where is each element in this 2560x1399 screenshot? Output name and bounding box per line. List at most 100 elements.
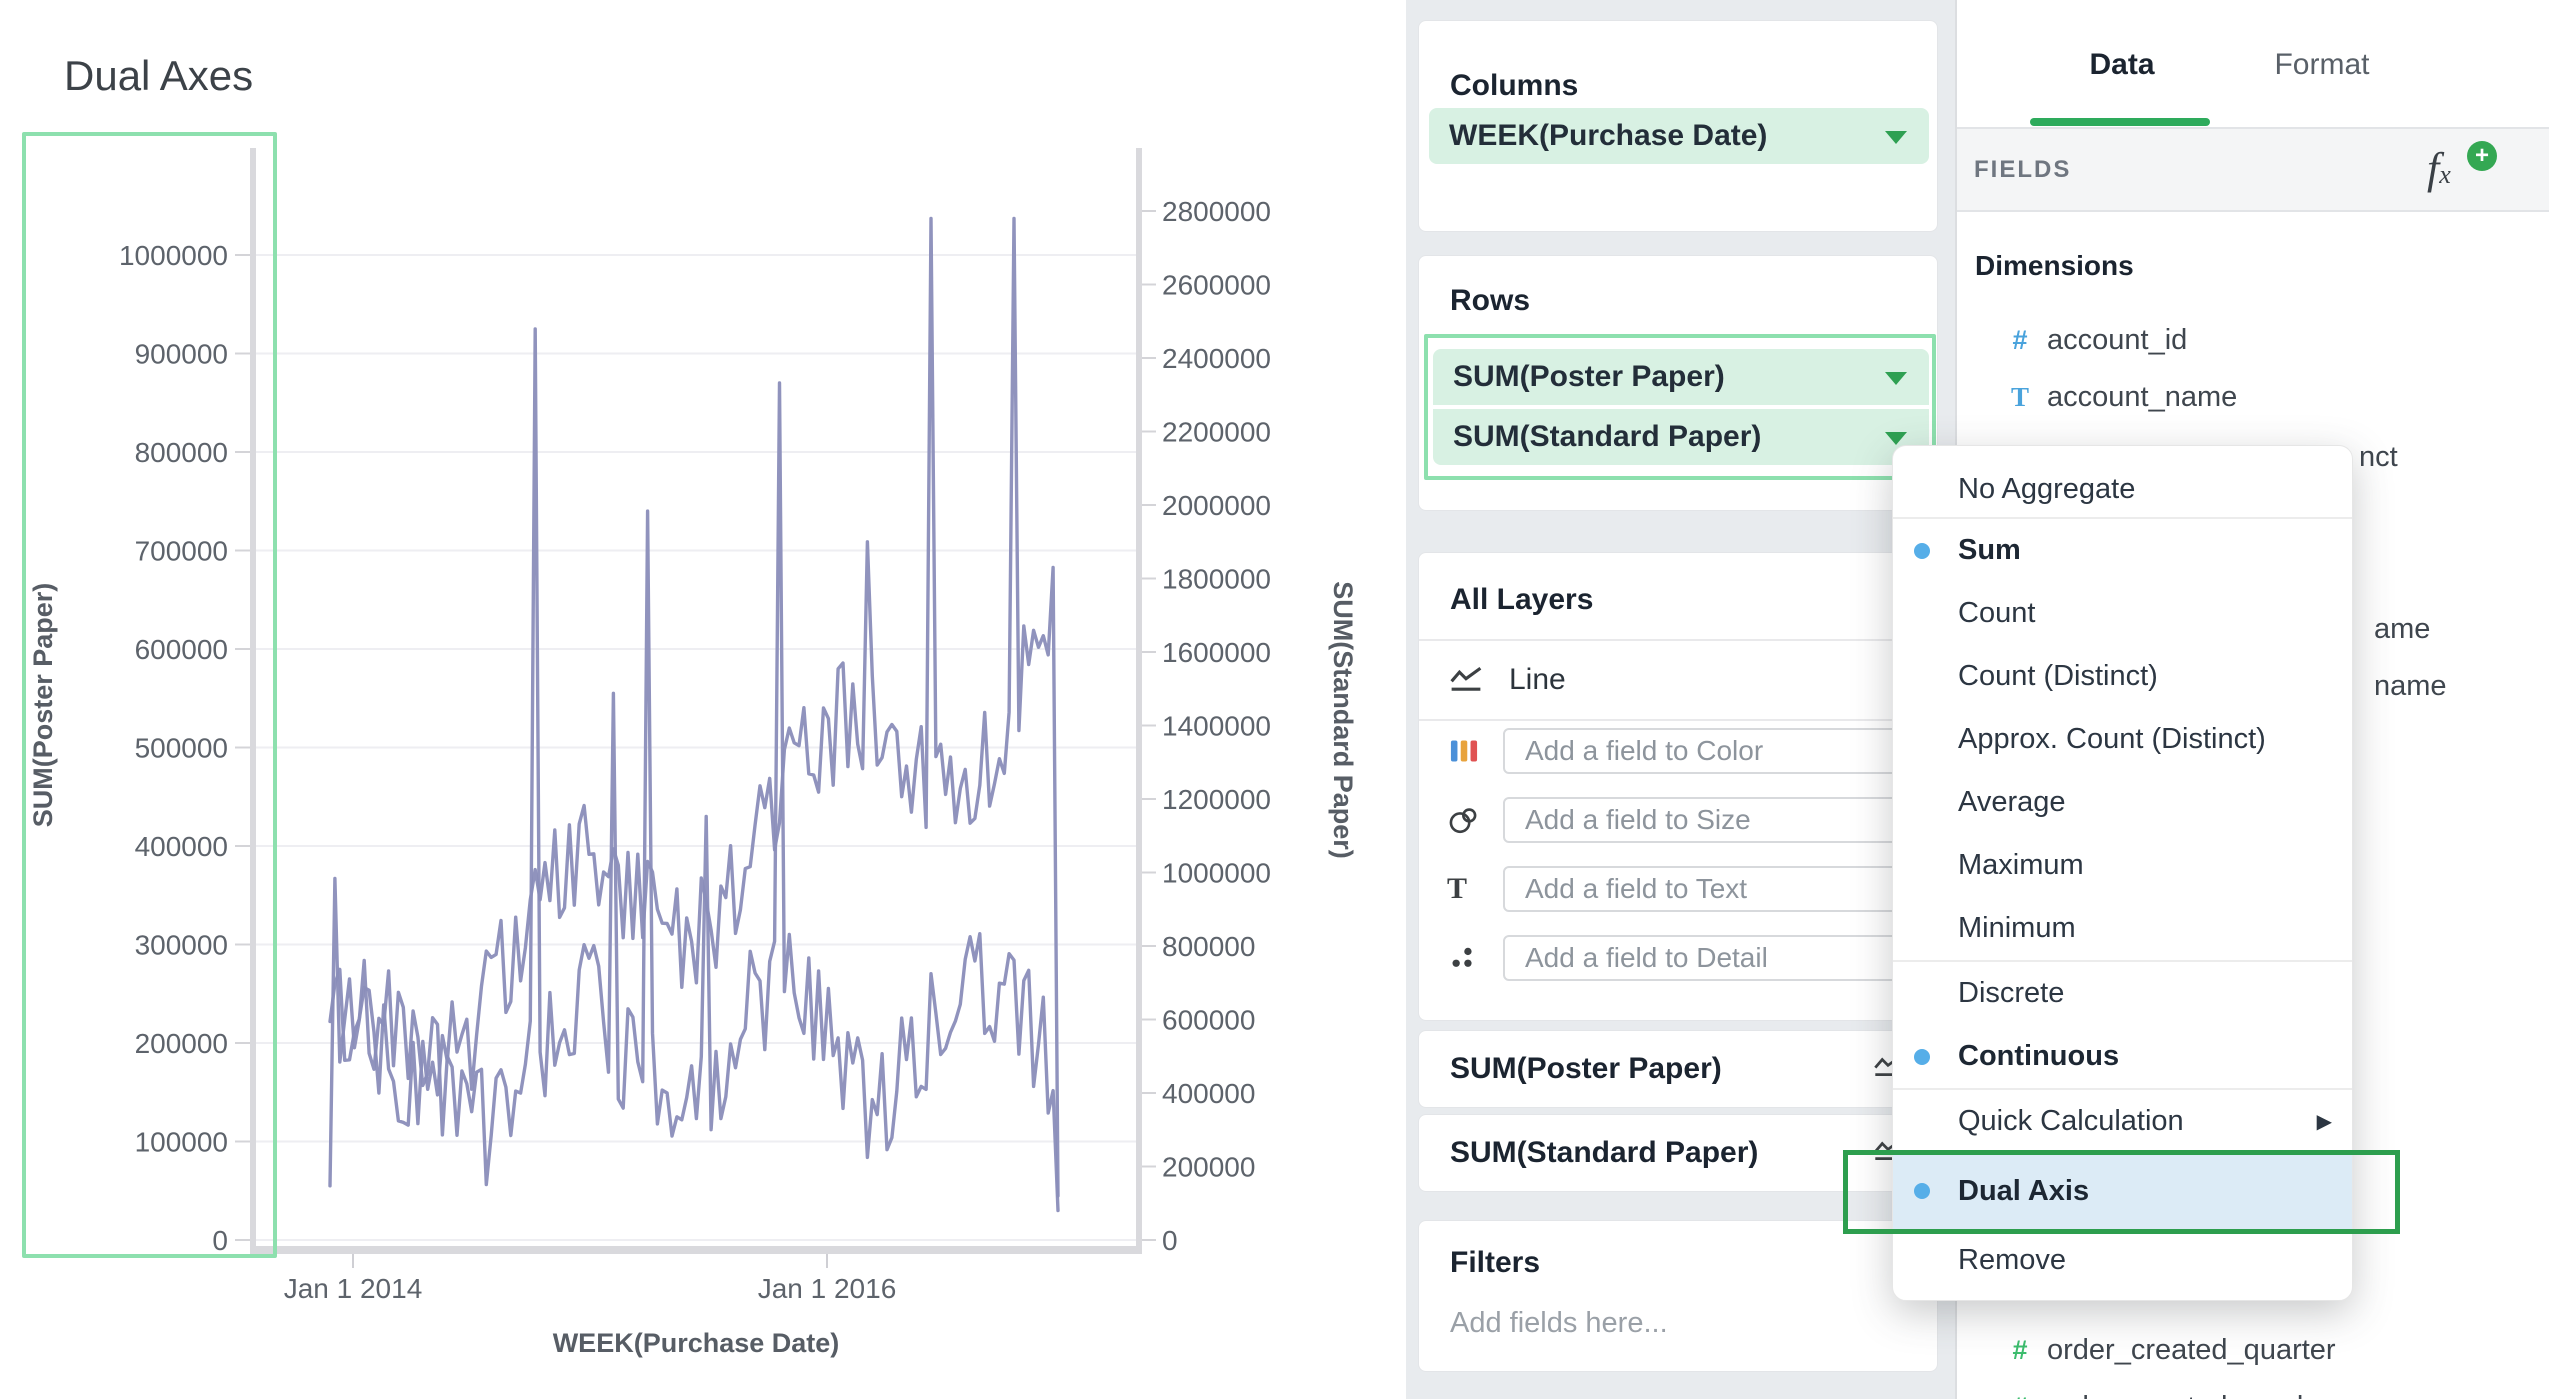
number-type-icon: # [2002, 325, 2038, 356]
svg-text:1000000: 1000000 [1162, 858, 1271, 889]
chart-area: Dual Axes 010000020000030000040000050000… [0, 0, 1403, 1399]
drop-target-row: T Add a field to Text [1419, 866, 1937, 912]
field-item-order_created_quarter[interactable]: # order_created_quarter [1957, 1322, 2560, 1379]
menu-item-minimum[interactable]: Minimum [1893, 897, 2352, 960]
drop-placeholder: Add a field to Detail [1525, 942, 1768, 974]
svg-text:Jan 1 2016: Jan 1 2016 [758, 1273, 897, 1304]
active-tab-underline [2030, 118, 2210, 126]
submenu-arrow-icon: ▶ [2317, 1109, 2332, 1134]
dimensions-header: Dimensions [1975, 250, 2134, 282]
fields-header: FIELDS [1974, 129, 2071, 211]
svg-text:0: 0 [1162, 1225, 1178, 1256]
menu-item-continuous[interactable]: Continuous [1893, 1025, 2352, 1088]
svg-text:200000: 200000 [1162, 1152, 1255, 1183]
chart-type-row[interactable]: Line [1419, 641, 1937, 719]
text-icon: T [1447, 874, 1481, 904]
tab-format[interactable]: Format [2222, 30, 2422, 100]
svg-text:2400000: 2400000 [1162, 343, 1271, 374]
svg-text:2800000: 2800000 [1162, 196, 1271, 227]
tab-data[interactable]: Data [2022, 30, 2222, 100]
svg-text:1200000: 1200000 [1162, 784, 1271, 815]
dual-axis-highlight-box [1843, 1150, 2400, 1234]
svg-text:2000000: 2000000 [1162, 490, 1271, 521]
svg-text:600000: 600000 [1162, 1005, 1255, 1036]
field-name: order_created_quarter [2047, 1334, 2336, 1367]
menu-item-remove[interactable]: Remove [1893, 1229, 2352, 1292]
menu-item-sum[interactable]: Sum [1893, 519, 2352, 582]
field-item-account_id[interactable]: #account_id [1957, 312, 2560, 369]
menu-item-count[interactable]: Count [1893, 582, 2352, 645]
size-circles-icon [1447, 805, 1481, 835]
columns-pill[interactable]: WEEK(Purchase Date) [1429, 108, 1929, 164]
plus-badge-icon: + [2467, 141, 2497, 171]
menu-item-maximum[interactable]: Maximum [1893, 834, 2352, 897]
bottom-fields-list: # order_created_quarter # order_created_wee… [1957, 1322, 2560, 1399]
svg-text:Jan 1 2014: Jan 1 2014 [284, 1273, 423, 1304]
svg-text:WEEK(Purchase Date): WEEK(Purchase Date) [553, 1328, 840, 1358]
rows-highlight-box [1424, 334, 1936, 480]
filters-title: Filters [1450, 1246, 1540, 1280]
tab-label: Format [2274, 48, 2369, 81]
menu-item-no-aggregate[interactable]: No Aggregate [1893, 462, 2352, 517]
columns-card-title: Columns [1450, 69, 1578, 103]
menu-item-label: No Aggregate [1958, 473, 2135, 506]
svg-text:2600000: 2600000 [1162, 270, 1271, 301]
menu-item-label: Quick Calculation [1958, 1105, 2184, 1138]
drop-placeholder: Add a field to Size [1525, 804, 1751, 836]
menu-item-label: Discrete [1958, 977, 2064, 1010]
columns-pill-label: WEEK(Purchase Date) [1449, 119, 1767, 153]
menu-item-average[interactable]: Average [1893, 771, 2352, 834]
covered-field-fragment: name [2374, 666, 2447, 706]
drop-target-row: Add a field to Size [1419, 797, 1937, 843]
menu-item-count-distinct[interactable]: Count (Distinct) [1893, 645, 2352, 708]
svg-text:800000: 800000 [1162, 931, 1255, 962]
menu-item-quick-calculation[interactable]: Quick Calculation ▶ [1893, 1090, 2352, 1153]
filters-placeholder[interactable]: Add fields here... [1450, 1307, 1668, 1340]
svg-text:2200000: 2200000 [1162, 417, 1271, 448]
filters-card: Filters Add fields here... [1418, 1220, 1938, 1372]
svg-text:1800000: 1800000 [1162, 564, 1271, 595]
drop-target-list: Add a field to Color Add a field to Size T… [1419, 728, 1937, 1018]
drop-placeholder: Add a field to Color [1525, 735, 1763, 767]
covered-field-fragment: nct [2359, 437, 2398, 477]
field-drop-input[interactable]: Add a field to Color [1503, 728, 1939, 774]
menu-item-label: Sum [1958, 534, 2021, 567]
menu-item-approx-count-distinct[interactable]: Approx. Count (Distinct) [1893, 708, 2352, 771]
number-type-icon: # [2002, 1392, 2038, 1399]
field-name: order_created_week [2047, 1391, 2311, 1399]
covered-field-fragment: ame [2374, 609, 2430, 649]
app-window: Dual Axes 010000020000030000040000050000… [0, 0, 2560, 1399]
left-axis-highlight-box [22, 132, 277, 1258]
selected-dot-icon [1914, 543, 1930, 559]
svg-text:400000: 400000 [1162, 1078, 1255, 1109]
menu-item-discrete[interactable]: Discrete [1893, 962, 2352, 1025]
dropdown-caret-icon[interactable] [1885, 131, 1907, 144]
drop-target-row: Add a field to Color [1419, 728, 1937, 774]
field-name: account_name [2047, 381, 2237, 414]
field-item-order_created_week[interactable]: # order_created_week [1957, 1379, 2560, 1399]
field-drop-input[interactable]: Add a field to Detail [1503, 935, 1939, 981]
field-drop-input[interactable]: Add a field to Size [1503, 797, 1939, 843]
field-drop-input[interactable]: Add a field to Text [1503, 866, 1939, 912]
menu-item-label: Count [1958, 597, 2035, 630]
detail-dots-icon [1447, 943, 1481, 973]
svg-text:1600000: 1600000 [1162, 637, 1271, 668]
field-item-account_name[interactable]: Taccount_name [1957, 369, 2560, 426]
menu-item-label: Remove [1958, 1244, 2066, 1277]
text-type-icon: T [2002, 382, 2038, 413]
tab-label: Data [2089, 48, 2154, 81]
columns-card: Columns WEEK(Purchase Date) [1418, 20, 1938, 232]
menu-item-label: Minimum [1958, 912, 2076, 945]
chart-type-label: Line [1509, 663, 1566, 697]
measure-label: SUM(Poster Paper) [1450, 1052, 1722, 1086]
add-calculated-field-button[interactable]: fx + [2427, 143, 2497, 199]
measure-row-poster-paper[interactable]: SUM(Poster Paper) [1418, 1030, 1938, 1108]
number-type-icon: # [2002, 1335, 2038, 1366]
menu-item-label: Continuous [1958, 1040, 2119, 1073]
menu-item-label: Maximum [1958, 849, 2084, 882]
all-layers-card: All Layers Line Add a field to ColorAdd … [1418, 552, 1938, 1021]
card-divider [1419, 719, 1937, 721]
drop-placeholder: Add a field to Text [1525, 873, 1747, 905]
color-bars-icon [1447, 736, 1481, 766]
menu-item-label: Average [1958, 786, 2066, 819]
